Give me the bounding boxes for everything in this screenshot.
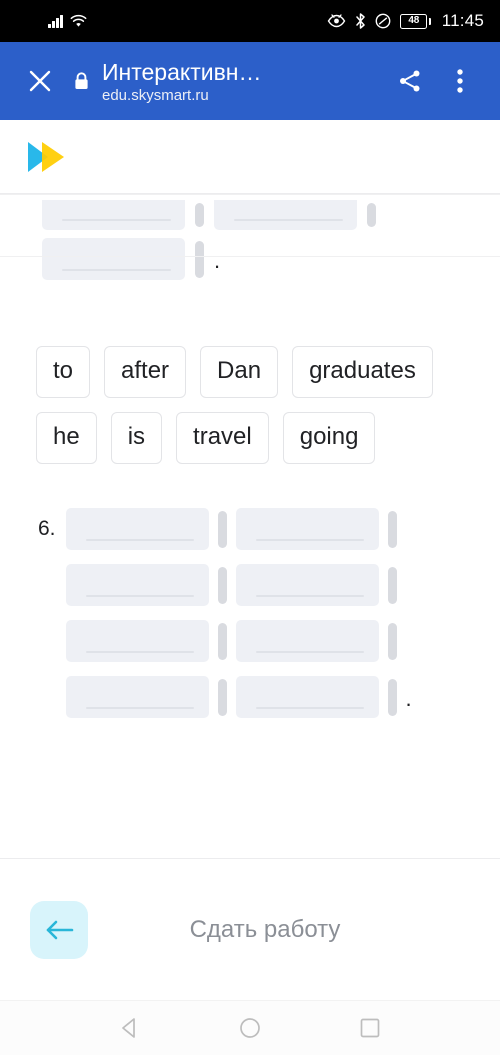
text-caret [217, 678, 227, 716]
text-caret [217, 566, 227, 604]
text-caret [387, 566, 397, 604]
previous-task-button[interactable] [30, 900, 88, 959]
nav-home-circle-icon [240, 1018, 260, 1038]
slot-pair [65, 620, 227, 662]
answer-slot[interactable] [235, 676, 379, 718]
question-number: 6. [38, 517, 56, 540]
share-button[interactable] [388, 59, 432, 103]
page-url: edu.skysmart.ru [102, 86, 209, 104]
sentence-period: . [405, 686, 412, 711]
word-chip[interactable]: is [110, 412, 163, 464]
answer-slot[interactable] [235, 620, 379, 662]
text-caret [195, 240, 204, 278]
browser-toolbar: Интерактивн… edu.skysmart.ru [0, 42, 500, 120]
answer-slot[interactable] [65, 620, 209, 662]
eye-comfort-icon [327, 14, 346, 28]
text-caret [387, 678, 397, 716]
word-chip[interactable]: graduates [292, 346, 433, 398]
do-not-disturb-icon [375, 13, 391, 29]
word-chip[interactable]: Dan [200, 346, 279, 398]
word-chip[interactable]: travel [176, 412, 269, 464]
status-bar-left-icons [16, 14, 87, 28]
cellular-signal-icon [48, 14, 63, 28]
nav-back-button[interactable] [106, 1004, 154, 1052]
lock-icon [68, 71, 94, 91]
nav-recents-square-icon [360, 1018, 380, 1038]
slot-pair [65, 564, 227, 606]
close-tab-button[interactable] [18, 59, 62, 103]
answer-slot[interactable] [235, 564, 379, 606]
answer-slot[interactable] [42, 238, 185, 280]
nav-back-triangle-icon [122, 1018, 135, 1038]
share-icon [400, 70, 420, 92]
action-bar: Сдать работу [0, 858, 500, 1000]
sentence-period: . [214, 248, 221, 273]
text-caret [367, 203, 376, 227]
status-bar: 48 11:45 [0, 0, 500, 42]
answer-slot[interactable] [235, 508, 379, 550]
text-caret [387, 510, 397, 548]
page-title: Интерактивн… [102, 58, 262, 85]
word-chip[interactable]: he [36, 412, 97, 464]
word-chip[interactable]: to [36, 346, 91, 398]
word-chip[interactable]: going [282, 412, 376, 464]
battery-icon: 48 [400, 13, 431, 29]
question-6-slot-grid: . [65, 508, 470, 718]
text-caret [217, 622, 227, 660]
previous-question-partial: . [0, 194, 500, 280]
slot-pair [235, 620, 397, 662]
partial-slot-row-2: . [0, 238, 500, 280]
partial-slot-row-1 [0, 194, 500, 230]
answer-slot[interactable] [65, 508, 209, 550]
slot-pair [235, 564, 397, 606]
answer-slot[interactable] [42, 200, 185, 230]
wifi-icon [70, 14, 87, 28]
skysmart-logo [24, 139, 76, 175]
text-caret [195, 203, 204, 227]
slot-pair [235, 508, 397, 550]
slot-pair [65, 508, 227, 550]
toolbar-titles[interactable]: Интерактивн… edu.skysmart.ru [102, 58, 382, 105]
text-caret [217, 510, 227, 548]
brand-header [0, 120, 500, 194]
android-navigation-bar [0, 1000, 500, 1055]
slot-pair [65, 676, 227, 718]
nav-recents-button[interactable] [346, 1004, 394, 1052]
overflow-menu-button[interactable] [438, 59, 482, 103]
arrow-left-icon [46, 920, 74, 939]
answer-slot[interactable] [65, 676, 209, 718]
word-chip[interactable]: after [104, 346, 187, 398]
web-page-content: . to after Dan graduates he is travel go… [0, 120, 500, 1000]
answer-slot[interactable] [214, 200, 357, 230]
answer-slot[interactable] [65, 564, 209, 606]
question-6: 6. . [0, 508, 500, 718]
phone-screen: 48 11:45 Интерактивн… edu.skysmart.ru . … [0, 0, 500, 1055]
submit-work-button[interactable]: Сдать работу [88, 916, 500, 944]
bluetooth-icon [355, 13, 366, 29]
text-caret [387, 622, 397, 660]
slot-pair: . [235, 676, 412, 718]
nav-home-button[interactable] [226, 1004, 274, 1052]
word-bank: to after Dan graduates he is travel goin… [0, 346, 500, 464]
status-bar-right-icons: 48 11:45 [327, 11, 484, 31]
status-bar-clock: 11:45 [441, 11, 484, 30]
more-vertical-icon [457, 69, 463, 93]
battery-percent-label: 48 [408, 15, 420, 26]
